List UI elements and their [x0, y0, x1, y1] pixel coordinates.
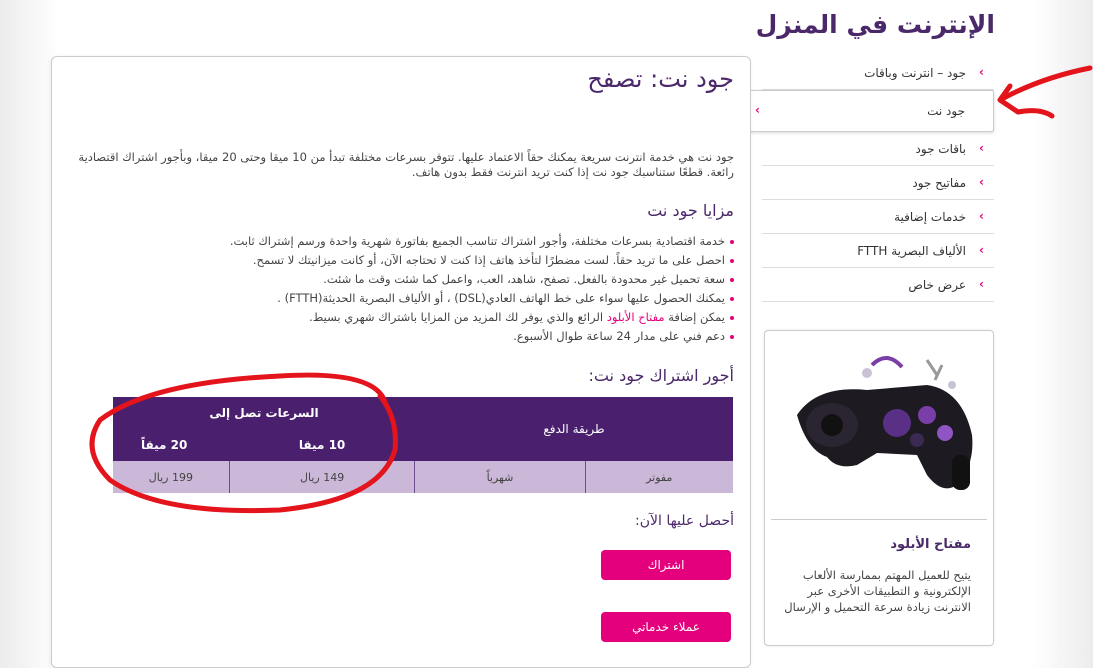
speed-col-20: 20 ميقاً — [113, 429, 230, 461]
period-cell: شهرياً — [414, 461, 585, 493]
sidebar-item-jood-net[interactable]: › جود نت — [748, 90, 994, 132]
feature-text: يمكن إضافة — [664, 310, 725, 324]
sidebar-item-jood-packages[interactable]: › باقات جود — [762, 132, 994, 166]
sidebar-item-label: الألياف البصرية FTTH — [857, 243, 966, 258]
speeds-header: السرعات تصل إلى — [113, 397, 415, 429]
chevron-icon: › — [979, 209, 984, 223]
promo-description: يتيح للعميل المهتم بممارسة الألعاب الإلك… — [784, 568, 971, 614]
feature-item: احصل على ما تريد حقاً. لست مضطرًا لتأخذ … — [114, 251, 734, 270]
page-title: جود نت: تصفح — [587, 65, 734, 93]
annotation-arrow — [997, 65, 1093, 119]
sidebar-item-label: خدمات إضافية — [894, 209, 966, 224]
pricing-table: طريقة الدفع السرعات تصل إلى 10 ميقا 20 م… — [113, 397, 733, 493]
feature-text: الرائع والذي يوفر لك المزيد من المزايا ب… — [309, 310, 607, 324]
chevron-icon: › — [979, 65, 984, 79]
upload-key-link[interactable]: مفتاح الأبلود — [607, 310, 665, 324]
chevron-icon: › — [979, 277, 984, 291]
features-heading: مزايا جود نت — [647, 201, 734, 220]
chevron-icon: › — [979, 243, 984, 257]
price-20-cell: 199 ريال — [113, 461, 230, 493]
payment-method-header: طريقة الدفع — [414, 397, 733, 461]
intro-paragraph: جود نت هي خدمة انترنت سريعة يمكنك حقاً ا… — [78, 150, 734, 179]
sidebar-item-jood-keys[interactable]: › مفاتيح جود — [762, 166, 994, 200]
promo-divider — [771, 519, 987, 520]
speed-col-10: 10 ميقا — [229, 429, 415, 461]
cta-heading: أحصل عليها الآن: — [635, 513, 734, 529]
sidebar-item-special-offer[interactable]: › عرض خاص — [762, 268, 994, 302]
billing-cell: مفوتر — [584, 461, 733, 493]
feature-item: دعم فني على مدار 24 ساعة طوال الأسبوع. — [114, 327, 734, 346]
game-controller-icon — [797, 356, 973, 490]
sidebar-item-label: باقات جود — [915, 141, 966, 156]
sidebar-nav: › جود – انترنت وباقات › جود نت › باقات ج… — [748, 56, 994, 302]
price-10-cell: 149 ريال — [228, 461, 415, 493]
feature-item: يمكن إضافة مفتاح الأبلود الرائع والذي يو… — [114, 308, 734, 327]
chevron-icon: › — [979, 175, 984, 189]
sidebar-item-jood-internet-packages[interactable]: › جود – انترنت وباقات — [762, 56, 994, 90]
sidebar-item-label: جود نت — [927, 104, 965, 118]
sidebar-item-label: عرض خاص — [908, 277, 966, 292]
pricing-heading: أجور اشتراك جود نت: — [588, 366, 734, 385]
chevron-icon: › — [755, 103, 760, 117]
sidebar-item-label: مفاتيح جود — [912, 175, 966, 190]
promo-title[interactable]: مفتاح الأبلود — [890, 537, 971, 552]
feature-item: سعة تحميل غير محدودة بالفعل. تصفح، شاهد،… — [114, 270, 734, 289]
site-title: الإنترنت في المنزل — [755, 10, 995, 39]
feature-item: يمكنك الحصول عليها سواء على خط الهاتف ال… — [114, 289, 734, 308]
chevron-icon: › — [979, 141, 984, 155]
sidebar-item-ftth[interactable]: › الألياف البصرية FTTH — [762, 234, 994, 268]
promo-card-upload-key[interactable]: مفتاح الأبلود يتيح للعميل المهتم بممارسة… — [764, 330, 994, 646]
main-content-panel: جود نت: تصفح جود نت هي خدمة انترنت سريعة… — [51, 56, 751, 668]
sidebar-item-extra-services[interactable]: › خدمات إضافية — [762, 200, 994, 234]
features-list: خدمة اقتصادية بسرعات مختلفة، وأجور اشترا… — [114, 232, 734, 346]
feature-item: خدمة اقتصادية بسرعات مختلفة، وأجور اشترا… — [114, 232, 734, 251]
sidebar-item-label: جود – انترنت وباقات — [864, 65, 966, 80]
subscribe-button[interactable]: اشتراك — [601, 550, 731, 580]
customers-button[interactable]: عملاء خدماتي — [601, 612, 731, 642]
